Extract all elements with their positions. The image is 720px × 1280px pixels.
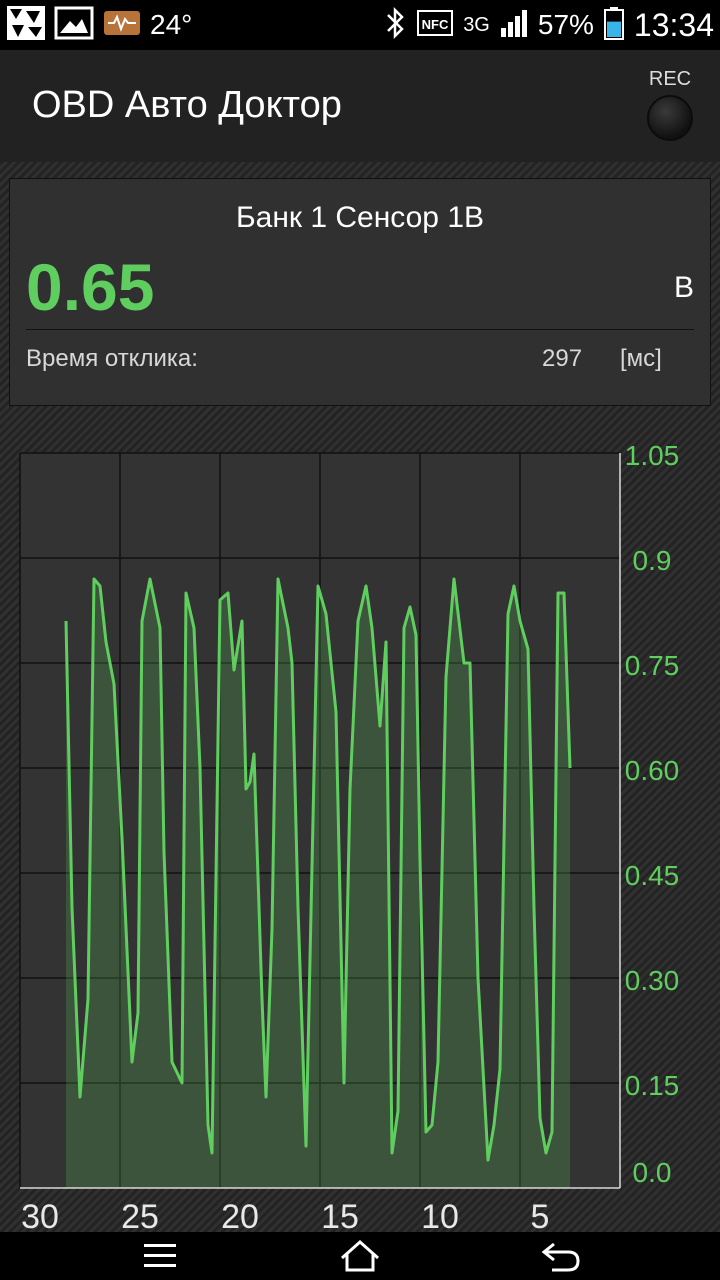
back-icon <box>530 1242 590 1278</box>
x-tick-label: 30 <box>21 1198 59 1232</box>
y-tick-label: 0.15 <box>625 1070 680 1101</box>
x-tick-label: 25 <box>121 1198 159 1232</box>
y-tick-label: 0.75 <box>625 650 680 681</box>
y-tick-label: 0.0 <box>633 1157 672 1188</box>
y-tick-label: 0.30 <box>625 965 680 996</box>
x-tick-label: 5 <box>531 1198 550 1232</box>
sensor-chart: 1.05 0.9 0.75 0.60 0.45 0.30 0.15 0.0 30 25 20 15 1… <box>19 440 680 1232</box>
menu-icon <box>130 1244 190 1278</box>
y-tick-label: 1.05 <box>625 440 680 471</box>
y-axis-ticks: 1.05 0.9 0.75 0.60 0.45 0.30 0.15 0.0 <box>625 440 680 1188</box>
y-tick-label: 0.9 <box>633 545 672 576</box>
menu-button[interactable] <box>130 1238 190 1274</box>
x-tick-label: 20 <box>221 1198 259 1232</box>
nav-bar <box>0 1232 720 1280</box>
x-axis-ticks: 30 25 20 15 10 5 <box>21 1198 549 1232</box>
y-tick-label: 0.45 <box>625 860 680 891</box>
x-tick-label: 15 <box>321 1198 359 1232</box>
y-tick-label: 0.60 <box>625 755 680 786</box>
x-tick-label: 10 <box>421 1198 459 1232</box>
back-button[interactable] <box>530 1238 590 1274</box>
home-icon <box>330 1239 390 1278</box>
home-button[interactable] <box>330 1238 390 1274</box>
